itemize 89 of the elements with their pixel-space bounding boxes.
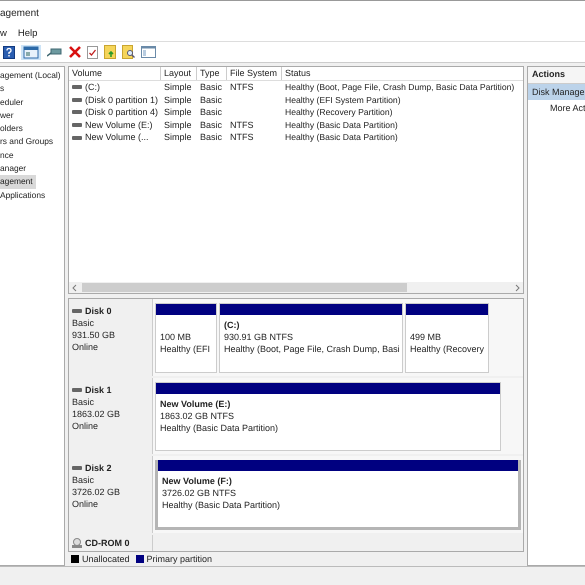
table-cell: NTFS (230, 81, 254, 94)
cable-icon[interactable] (47, 46, 63, 58)
help-icon[interactable] (3, 46, 15, 58)
partition-size: 930.91 GB NTFS (224, 331, 294, 343)
table-cell: Healthy (Basic Data Partition) (285, 118, 398, 132)
tree-item[interactable]: Applications (0, 188, 48, 202)
window-title: agement (0, 8, 39, 18)
table-cell: Healthy (Boot, Page File, Crash Dump, Basic Data Partition) (285, 81, 514, 94)
table-cell: Basic (200, 81, 222, 94)
partition-block[interactable]: (C:) 930.91 GB NTFS Healthy (Boot, Page File, Crash Dump, Basi (219, 303, 403, 373)
tree-item[interactable]: anager (0, 162, 30, 176)
partition-size: 499 MB (410, 331, 442, 343)
table-cell: Healthy (Basic Data Partition) (285, 131, 398, 144)
table-cell: (Disk 0 partition 1) (85, 94, 158, 106)
partition-status: Healthy (Basic Data Partition) (162, 499, 282, 512)
partition-color-bar (156, 304, 216, 315)
table-cell: New Volume (E:) (85, 118, 153, 132)
partition-label: New Volume (E:) (160, 398, 232, 410)
table-cell: Healthy (Recovery Partition) (285, 106, 392, 119)
partition-status: Healthy (EFI (160, 343, 212, 355)
table-cell: NTFS (230, 118, 254, 132)
disk-size: 3726.02 GB (72, 486, 122, 498)
window-pane-icon[interactable] (21, 44, 41, 60)
actions-header: Actions (528, 67, 585, 84)
disk-name: Disk 1 (85, 384, 112, 396)
folder-search-icon[interactable] (122, 45, 135, 59)
legend-label: Primary partition (146, 554, 212, 564)
menu-item[interactable]: Help (18, 28, 38, 38)
window-icon[interactable] (141, 46, 156, 58)
action-item[interactable]: Disk Manage (528, 84, 585, 100)
disk-name: Disk 0 (85, 305, 112, 317)
table-cell: Basic (200, 131, 222, 144)
checked-document-icon[interactable] (87, 46, 98, 58)
column-header[interactable]: Volume (69, 67, 161, 80)
table-cell: Basic (200, 94, 222, 106)
table-cell: Simple (164, 94, 192, 106)
partition-status: Healthy (Basic Data Partition) (160, 422, 280, 434)
scroll-left-icon[interactable] (71, 284, 79, 292)
table-cell: Healthy (EFI System Partition) (285, 94, 401, 106)
table-cell: NTFS (230, 131, 254, 144)
disk-size: 1863.02 GB (72, 408, 122, 420)
tree-item[interactable]: agement (0, 175, 36, 189)
partition-label: New Volume (F:) (162, 475, 233, 488)
tree-item[interactable]: agement (Local) (0, 69, 64, 82)
tree-item[interactable]: wer (0, 108, 16, 122)
column-header[interactable]: Status (282, 67, 523, 80)
delete-icon[interactable] (69, 46, 81, 58)
legend-label: Unallocated (82, 554, 130, 564)
column-header[interactable]: Layout (161, 67, 197, 80)
horizontal-scrollbar[interactable] (69, 282, 523, 293)
table-cell: Basic (200, 118, 222, 132)
table-cell: Simple (164, 81, 192, 94)
partition-block[interactable]: 499 MB Healthy (Recovery (405, 303, 489, 373)
disk-status: Online (72, 420, 100, 432)
disk-type: Basic (72, 317, 96, 329)
tree-item[interactable]: s (0, 82, 8, 96)
partition-size: 1863.02 GB NTFS (160, 410, 236, 422)
tree-item[interactable]: eduler (0, 96, 26, 109)
table-cell: (Disk 0 partition 4) (85, 106, 158, 119)
table-cell: Simple (164, 118, 192, 132)
partition-status: Healthy (Recovery (410, 343, 484, 355)
tree-item[interactable]: rs and Groups (0, 135, 56, 149)
table-cell: (C:) (85, 81, 100, 94)
disk-name: CD-ROM 0 (85, 537, 130, 550)
column-header[interactable]: File System (227, 67, 282, 80)
partition-block[interactable]: New Volume (E:) 1863.02 GB NTFS Healthy (Basic Data Partition) (155, 382, 501, 452)
table-cell: Simple (164, 131, 192, 144)
table-cell: New Volume (... (85, 131, 149, 144)
disk-type: Basic (72, 396, 96, 408)
disk-name: Disk 2 (85, 462, 112, 474)
partition-size: 3726.02 GB NTFS (162, 487, 238, 500)
disk-type: Basic (72, 474, 96, 486)
partition-block[interactable]: New Volume (F:) 3726.02 GB NTFS Healthy (Basic Data Partition) (155, 460, 521, 530)
column-header[interactable]: Type (197, 67, 227, 80)
scroll-right-icon[interactable] (513, 284, 521, 292)
tree-item[interactable]: olders (0, 122, 26, 136)
partition-size: 100 MB (160, 331, 192, 343)
tree-item[interactable]: nce (0, 148, 17, 162)
disk-status: Online (72, 498, 100, 510)
partition-label: (C:) (224, 319, 240, 331)
menu-item[interactable]: w (0, 28, 7, 38)
table-cell: Simple (164, 106, 192, 119)
partition-status: Healthy (Boot, Page File, Crash Dump, Basi (224, 343, 398, 355)
disk-size: 931.50 GB (72, 329, 116, 341)
table-cell: Basic (200, 106, 222, 119)
folder-up-icon[interactable] (104, 45, 116, 59)
partition-block[interactable]: 100 MB Healthy (EFI (155, 303, 217, 373)
cd-drive-icon (72, 538, 82, 548)
disk-status: Online (72, 341, 100, 353)
